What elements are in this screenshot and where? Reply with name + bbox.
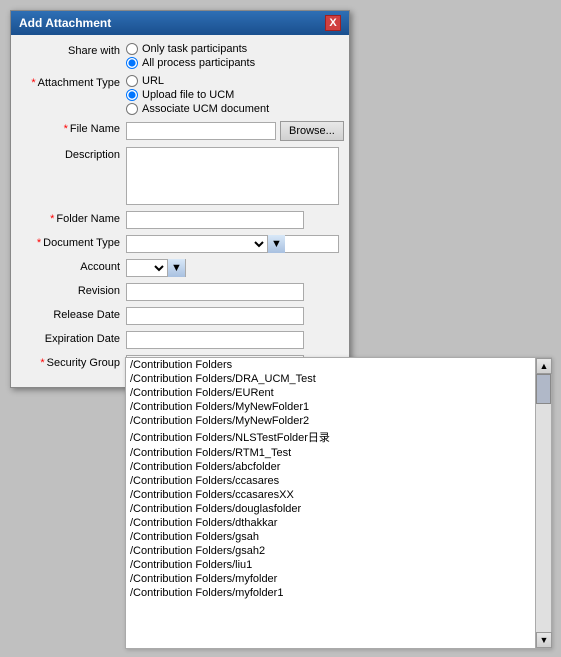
share-with-task-radio[interactable] xyxy=(126,43,138,55)
file-name-input[interactable]: C:\INSTALL.LOG xyxy=(126,122,276,140)
folder-list-item[interactable]: /Contribution Folders xyxy=(126,358,535,372)
attachment-type-associate-option[interactable]: Associate UCM document xyxy=(126,103,339,115)
attachment-type-associate-label: Associate UCM document xyxy=(142,103,269,115)
required-star: * xyxy=(31,77,35,89)
folder-list-item[interactable]: /Contribution Folders/EURent xyxy=(126,386,535,400)
folder-list-item[interactable]: /Contribution Folders/RTM1_Test xyxy=(126,446,535,460)
share-with-options: Only task participants All process parti… xyxy=(126,43,339,69)
share-with-row: Share with Only task participants All pr… xyxy=(21,43,339,69)
scroll-down-button[interactable]: ▼ xyxy=(536,632,552,648)
file-name-row: *File Name C:\INSTALL.LOG Browse... xyxy=(21,121,339,141)
dialog-body: Share with Only task participants All pr… xyxy=(11,35,349,387)
scrollbar: ▲ ▼ xyxy=(535,358,551,648)
folder-list-item[interactable]: /Contribution Folders/dthakkar xyxy=(126,516,535,530)
attachment-type-url-label: URL xyxy=(142,75,164,87)
attachment-type-options: URL Upload file to UCM Associate UCM doc… xyxy=(126,75,339,115)
expiration-date-label: Expiration Date xyxy=(21,331,126,345)
attachment-type-label: *Attachment Type xyxy=(21,75,126,89)
expiration-date-area xyxy=(126,331,339,349)
document-type-select[interactable] xyxy=(127,236,267,252)
dialog-title-text: Add Attachment xyxy=(19,16,111,30)
folder-dropdown: /Contribution Folders/Contribution Folde… xyxy=(125,357,552,649)
share-with-label: Share with xyxy=(21,43,126,57)
folder-list-item[interactable]: /Contribution Folders/ccasaresXX xyxy=(126,488,535,502)
required-star-security: * xyxy=(40,357,44,369)
share-with-all-radio[interactable] xyxy=(126,57,138,69)
attachment-type-url-radio[interactable] xyxy=(126,75,138,87)
description-textarea[interactable] xyxy=(126,147,339,205)
attachment-type-upload-label: Upload file to UCM xyxy=(142,89,234,101)
required-star-folder: * xyxy=(50,213,54,225)
browse-button[interactable]: Browse... xyxy=(280,121,344,141)
attachment-type-associate-radio[interactable] xyxy=(126,103,138,115)
share-with-task-option[interactable]: Only task participants xyxy=(126,43,339,55)
folder-list-item[interactable]: /Contribution Folders/DRA_UCM_Test xyxy=(126,372,535,386)
folder-name-input[interactable]: /Contribution Folders/ xyxy=(126,211,304,229)
folder-list-item[interactable]: /Contribution Folders/MyNewFolder1 xyxy=(126,400,535,414)
release-date-row: Release Date xyxy=(21,307,339,325)
account-select[interactable] xyxy=(127,260,167,276)
attachment-type-upload-radio[interactable] xyxy=(126,89,138,101)
folder-list-item[interactable]: /Contribution Folders/douglasfolder xyxy=(126,502,535,516)
folder-name-row: *Folder Name /Contribution Folders/ xyxy=(21,211,339,229)
required-star-file: * xyxy=(64,123,68,135)
revision-area xyxy=(126,283,339,301)
document-type-select-wrapper[interactable]: ▼ xyxy=(126,235,339,253)
file-name-label: *File Name xyxy=(21,121,126,135)
folder-name-label: *Folder Name xyxy=(21,211,126,225)
folder-name-area: /Contribution Folders/ xyxy=(126,211,339,229)
add-attachment-dialog: Add Attachment X Share with Only task pa… xyxy=(10,10,350,388)
revision-label: Revision xyxy=(21,283,126,297)
scroll-thumb[interactable] xyxy=(536,374,551,404)
description-label: Description xyxy=(21,147,126,161)
close-button[interactable]: X xyxy=(325,15,341,31)
folder-list[interactable]: /Contribution Folders/Contribution Folde… xyxy=(126,358,535,648)
share-with-all-label: All process participants xyxy=(142,57,255,69)
release-date-label: Release Date xyxy=(21,307,126,321)
folder-dropdown-container: /Contribution Folders/Contribution Folde… xyxy=(126,358,551,648)
account-select-wrapper[interactable]: ▼ xyxy=(126,259,186,277)
release-date-area xyxy=(126,307,339,325)
folder-list-item[interactable]: /Contribution Folders/liu1 xyxy=(126,558,535,572)
folder-list-item[interactable]: /Contribution Folders/myfolder1 xyxy=(126,586,535,600)
folder-list-item[interactable]: /Contribution Folders/gsah2 xyxy=(126,544,535,558)
share-with-task-label: Only task participants xyxy=(142,43,247,55)
attachment-type-row: *Attachment Type URL Upload file to UCM … xyxy=(21,75,339,115)
revision-input[interactable] xyxy=(126,283,304,301)
security-group-label: *Security Group xyxy=(21,355,126,369)
folder-list-item[interactable]: /Contribution Folders/MyNewFolder2 xyxy=(126,414,535,428)
expiration-date-row: Expiration Date xyxy=(21,331,339,349)
account-row: Account ▼ xyxy=(21,259,339,277)
account-arrow[interactable]: ▼ xyxy=(167,259,185,277)
folder-list-item[interactable]: /Contribution Folders/myfolder xyxy=(126,572,535,586)
folder-list-item[interactable]: /Contribution Folders/NLSTestFolder日录 xyxy=(126,428,535,446)
scroll-track xyxy=(536,374,551,632)
folder-list-item[interactable]: /Contribution Folders/gsah xyxy=(126,530,535,544)
revision-row: Revision xyxy=(21,283,339,301)
document-type-row: *Document Type ▼ xyxy=(21,235,339,253)
required-star-doctype: * xyxy=(37,237,41,249)
document-type-arrow[interactable]: ▼ xyxy=(267,235,285,253)
folder-list-item[interactable]: /Contribution Folders/abcfolder xyxy=(126,460,535,474)
dialog-title-bar: Add Attachment X xyxy=(11,11,349,35)
description-area xyxy=(126,147,339,205)
scroll-up-button[interactable]: ▲ xyxy=(536,358,552,374)
attachment-type-upload-option[interactable]: Upload file to UCM xyxy=(126,89,339,101)
file-name-controls: C:\INSTALL.LOG Browse... xyxy=(126,121,344,141)
attachment-type-url-option[interactable]: URL xyxy=(126,75,339,87)
document-type-area: ▼ xyxy=(126,235,339,253)
share-with-all-option[interactable]: All process participants xyxy=(126,57,339,69)
account-label: Account xyxy=(21,259,126,273)
document-type-label: *Document Type xyxy=(21,235,126,249)
release-date-input[interactable] xyxy=(126,307,304,325)
account-area: ▼ xyxy=(126,259,339,277)
folder-list-item[interactable]: /Contribution Folders/ccasares xyxy=(126,474,535,488)
file-name-area: C:\INSTALL.LOG Browse... xyxy=(126,121,344,141)
description-row: Description xyxy=(21,147,339,205)
expiration-date-input[interactable] xyxy=(126,331,304,349)
